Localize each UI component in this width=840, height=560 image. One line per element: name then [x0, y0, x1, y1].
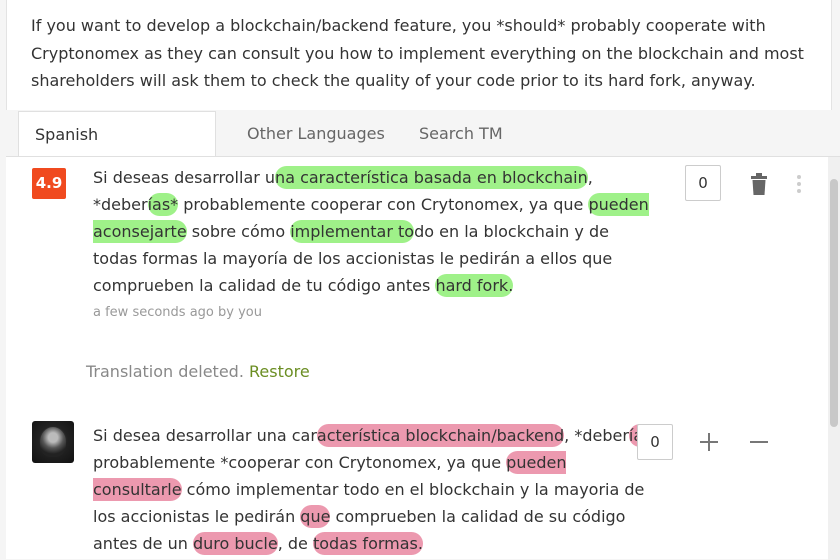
suggestion-meta: a few seconds ago by you	[93, 305, 262, 320]
minus-icon[interactable]	[746, 429, 772, 455]
suggestions-panel: 4.9 Si deseas desarrollar una caracterís…	[6, 156, 840, 560]
highlight-segment: acterística blockchain/backend	[316, 424, 565, 447]
source-text: If you want to develop a blockchain/back…	[31, 16, 804, 90]
tab-search-tm[interactable]: Search TM	[403, 111, 519, 156]
highlight-segment: que	[300, 505, 331, 528]
text-segment: , *deber	[564, 426, 629, 445]
tab-other-languages[interactable]: Other Languages	[231, 111, 401, 156]
text-segment: Si desea desarrollar una car	[93, 426, 317, 445]
highlight-segment: implementar to	[290, 220, 415, 243]
trash-icon[interactable]	[746, 171, 772, 197]
vote-count: 0	[685, 165, 721, 201]
tab-spanish-suggestions[interactable]: Spanish Suggestions	[18, 111, 216, 189]
text-segment: probablemente cooperar con Crytonomex, y…	[178, 195, 589, 214]
vote-count: 0	[637, 424, 673, 460]
more-vertical-icon[interactable]	[786, 171, 812, 197]
avatar	[32, 421, 74, 463]
restore-link[interactable]: Restore	[249, 362, 310, 381]
deleted-text: Translation deleted.	[86, 362, 244, 381]
highlight-segment: hard fork.	[435, 274, 514, 297]
suggestion-text: Si deseas desarrollar una característica…	[93, 164, 653, 299]
score-badge: 4.9	[32, 168, 66, 199]
text-segment: sobre cómo	[186, 222, 291, 241]
translation-deleted-message: Translation deleted. Restore	[86, 362, 310, 381]
text-segment: , de	[277, 534, 313, 553]
suggestion-text: Si desea desarrollar una característica …	[93, 422, 653, 557]
source-string-panel: If you want to develop a blockchain/back…	[6, 0, 832, 110]
plus-icon[interactable]	[696, 429, 722, 455]
scrollbar-thumb[interactable]	[830, 179, 838, 427]
highlight-segment: todas formas.	[312, 532, 423, 555]
text-segment: Si deseas desarrollar u	[93, 168, 276, 187]
highlight-segment: ías*	[147, 193, 179, 216]
suggestion-tabs: Spanish Suggestions Other Languages Sear…	[14, 111, 826, 189]
text-segment: probablemente *cooperar con Crytonomex, …	[93, 453, 507, 472]
scrollbar[interactable]	[828, 157, 840, 560]
highlight-segment: na característica basada en blockchain	[275, 166, 588, 189]
highlight-segment: duro bucle	[192, 532, 278, 555]
